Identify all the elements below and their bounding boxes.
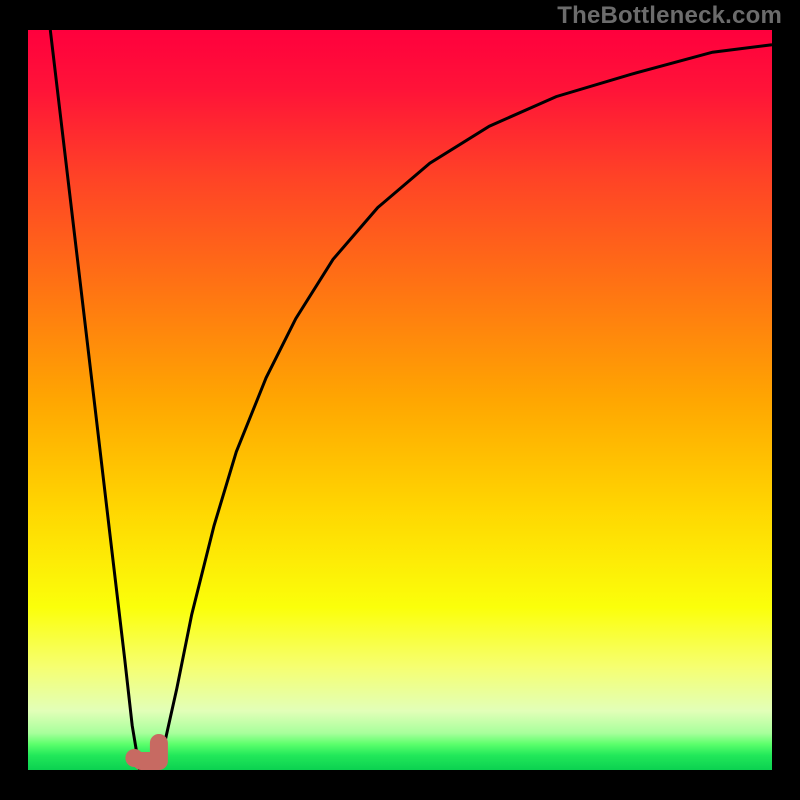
bottleneck-chart <box>0 0 800 800</box>
gradient-background <box>28 30 772 770</box>
watermark-text: TheBottleneck.com <box>557 2 782 30</box>
chart-frame: TheBottleneck.com <box>0 0 800 800</box>
